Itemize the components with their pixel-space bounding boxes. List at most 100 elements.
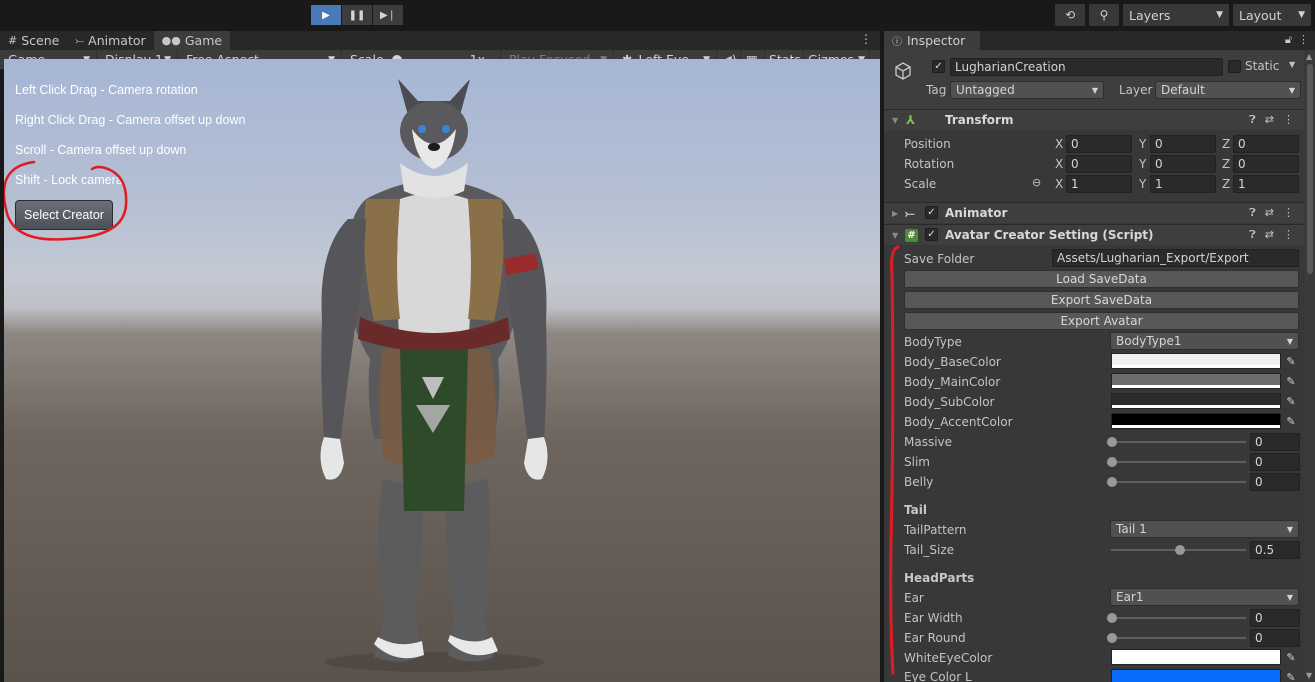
tail-size-value-field[interactable]: 0.5 (1250, 541, 1300, 559)
position-x-field[interactable]: 0 (1066, 135, 1132, 153)
body-main-color-label: Body_MainColor (904, 375, 1001, 389)
slider-handle[interactable] (1107, 613, 1117, 623)
slider-handle[interactable] (1107, 457, 1117, 467)
position-z-field[interactable]: 0 (1233, 135, 1299, 153)
animator-header[interactable]: ▶ ⤚ ✓ Animator ❓︎ ⇄ ⋮ (884, 202, 1304, 223)
eyedropper-icon[interactable]: ✎ (1284, 353, 1298, 369)
layer-label: Layer (1119, 83, 1153, 97)
eyedropper-icon[interactable]: ✎ (1284, 649, 1298, 665)
eyedropper-icon[interactable]: ✎ (1284, 393, 1298, 409)
undo-history-button[interactable]: ⟲ (1055, 4, 1085, 26)
export-avatar-button[interactable]: Export Avatar (904, 312, 1299, 330)
layer-dropdown[interactable]: Default ▼ (1155, 81, 1301, 99)
avatar-creator-script-header[interactable]: ▼ # ✓ Avatar Creator Setting (Script) ❓︎… (884, 224, 1304, 245)
load-savedata-button[interactable]: Load SaveData (904, 270, 1299, 288)
white-eye-color-swatch[interactable] (1111, 649, 1281, 665)
position-y-field[interactable]: 0 (1150, 135, 1216, 153)
ear-width-slider[interactable] (1107, 613, 1246, 623)
lock-icon[interactable]: 🔓︎ (1285, 33, 1292, 47)
slim-slider[interactable] (1107, 457, 1246, 467)
foldout-open-icon[interactable]: ▼ (892, 231, 898, 240)
component-menu-icon[interactable]: ⋮ (1283, 113, 1294, 127)
wolf-avatar-model (320, 79, 548, 672)
object-name-field[interactable]: LugharianCreation (950, 58, 1223, 76)
scrollbar-thumb[interactable] (1307, 64, 1313, 274)
slider-handle[interactable] (1107, 477, 1117, 487)
gameobject-cube-icon[interactable] (893, 61, 913, 81)
slider-handle[interactable] (1107, 633, 1117, 643)
tab-game[interactable]: ●● Game (153, 31, 231, 50)
pause-button[interactable]: ❚❚ (342, 5, 372, 25)
foldout-open-icon[interactable]: ▼ (892, 116, 898, 125)
transform-header[interactable]: ▼ ⅄ Transform ❓︎ ⇄ ⋮ (884, 109, 1304, 130)
pause-icon: ❚❚ (348, 9, 366, 21)
slider-handle[interactable] (1107, 437, 1117, 447)
scroll-up-icon[interactable]: ▲ (1306, 52, 1312, 61)
scale-y-field[interactable]: 1 (1150, 175, 1216, 193)
belly-slider[interactable] (1107, 477, 1246, 487)
eyedropper-icon[interactable]: ✎ (1284, 413, 1298, 429)
ear-dropdown[interactable]: Ear1 ▼ (1110, 588, 1299, 606)
ear-round-slider[interactable] (1107, 633, 1246, 643)
search-button[interactable]: ⚲ (1089, 4, 1119, 26)
component-tools: ❓︎ ⇄ ⋮ (1249, 113, 1294, 127)
tail-size-slider[interactable] (1111, 545, 1246, 555)
eyedropper-icon[interactable]: ✎ (1284, 669, 1298, 682)
rotation-z-field[interactable]: 0 (1233, 155, 1299, 173)
rotation-y-field[interactable]: 0 (1150, 155, 1216, 173)
layers-dropdown[interactable]: Layers ▼ (1123, 4, 1229, 26)
main-toolbar: ▶ ❚❚ ▶❘ ⟲ ⚲ Layers ▼ Layout ▼ (0, 0, 1315, 30)
help-icon[interactable]: ❓︎ (1249, 228, 1256, 242)
eyedropper-icon[interactable]: ✎ (1284, 373, 1298, 389)
game-viewport[interactable]: Left Click Drag - Camera rotation Right … (4, 59, 880, 682)
step-button[interactable]: ▶❘ (373, 5, 403, 25)
export-savedata-button[interactable]: Export SaveData (904, 291, 1299, 309)
tail-pattern-dropdown[interactable]: Tail 1 ▼ (1110, 520, 1299, 538)
massive-value-field[interactable]: 0 (1250, 433, 1300, 451)
tab-animator[interactable]: ⤚ Animator (67, 31, 153, 50)
active-checkbox[interactable]: ✓ (932, 60, 945, 73)
rotation-label: Rotation (904, 157, 955, 171)
preset-icon[interactable]: ⇄ (1265, 206, 1274, 220)
tag-dropdown[interactable]: Untagged ▼ (950, 81, 1104, 99)
body-accent-color-swatch[interactable] (1111, 413, 1281, 429)
body-main-color-swatch[interactable] (1111, 373, 1281, 389)
tab-inspector[interactable]: ⓘ Inspector (884, 31, 980, 50)
info-icon: ⓘ (892, 37, 902, 48)
ear-round-value-field[interactable]: 0 (1250, 629, 1300, 647)
panel-menu-icon[interactable]: ⋮ (1298, 33, 1309, 47)
inspector-scrollbar[interactable]: ▲ ▼ (1305, 50, 1315, 682)
scroll-down-icon[interactable]: ▼ (1306, 671, 1312, 680)
tab-scene[interactable]: # Scene (0, 31, 67, 50)
play-button[interactable]: ▶ (311, 5, 341, 25)
select-creator-button[interactable]: Select Creator (15, 200, 113, 230)
body-sub-color-swatch[interactable] (1111, 393, 1281, 409)
scale-x-field[interactable]: 1 (1066, 175, 1132, 193)
component-menu-icon[interactable]: ⋮ (1283, 206, 1294, 220)
preset-icon[interactable]: ⇄ (1265, 113, 1274, 127)
static-checkbox[interactable] (1228, 60, 1241, 73)
layout-dropdown[interactable]: Layout ▼ (1233, 4, 1311, 26)
belly-value-field[interactable]: 0 (1250, 473, 1300, 491)
preset-icon[interactable]: ⇄ (1265, 228, 1274, 242)
save-folder-field[interactable]: Assets/Lugharian_Export/Export (1052, 249, 1299, 267)
component-menu-icon[interactable]: ⋮ (1283, 228, 1294, 242)
animator-enabled-checkbox[interactable]: ✓ (925, 206, 938, 219)
rotation-x-field[interactable]: 0 (1066, 155, 1132, 173)
scale-z-field[interactable]: 1 (1233, 175, 1299, 193)
slim-value-field[interactable]: 0 (1250, 453, 1300, 471)
help-icon[interactable]: ❓︎ (1249, 113, 1256, 127)
inspector-panel: ⓘ Inspector 🔓︎ ⋮ ✓ LugharianCreation Stat… (884, 31, 1315, 682)
chevron-down-icon[interactable]: ▼ (1289, 60, 1295, 69)
link-icon[interactable]: ⊖ (1032, 176, 1041, 189)
slider-handle[interactable] (1174, 545, 1185, 555)
body-type-dropdown[interactable]: BodyType1 ▼ (1110, 332, 1299, 350)
panel-menu-icon[interactable]: ⋮ (860, 32, 872, 46)
eye-color-l-swatch[interactable] (1111, 669, 1281, 682)
body-base-color-swatch[interactable] (1111, 353, 1281, 369)
help-icon[interactable]: ❓︎ (1249, 206, 1256, 220)
massive-slider[interactable] (1107, 437, 1246, 447)
ear-width-value-field[interactable]: 0 (1250, 609, 1300, 627)
script-enabled-checkbox[interactable]: ✓ (925, 228, 938, 241)
foldout-closed-icon[interactable]: ▶ (892, 209, 898, 218)
